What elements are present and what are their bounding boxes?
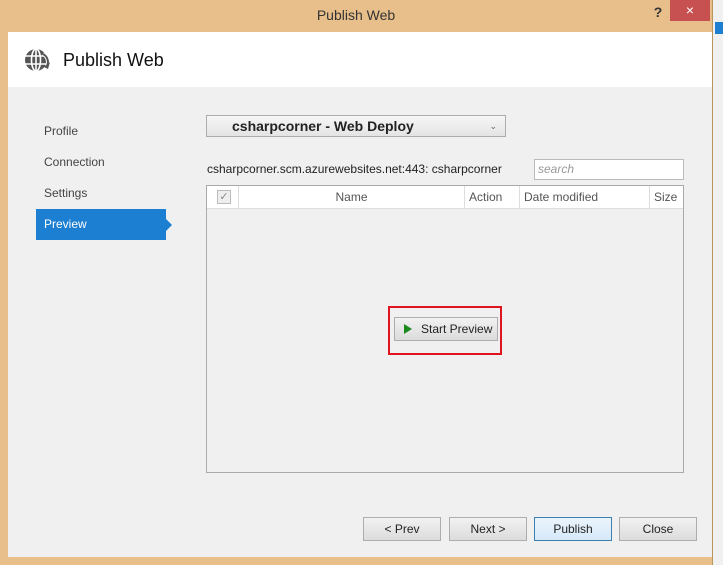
grid-header: ✓ Name Action Date modified Size [207,186,683,209]
server-label: csharpcorner.scm.azurewebsites.net:443: … [207,162,502,176]
start-preview-label: Start Preview [421,322,493,336]
nav-item-settings[interactable]: Settings [36,178,176,209]
dialog-body: Publish Web Profile Connection Settings … [8,32,712,557]
help-button[interactable]: ? [648,0,668,24]
close-button[interactable]: Close [619,517,697,541]
column-name[interactable]: Name [238,186,464,208]
nav-item-profile[interactable]: Profile [36,116,176,147]
chevron-down-icon: ⌄ [489,121,497,131]
start-preview-button[interactable]: Start Preview [394,317,498,341]
column-size[interactable]: Size [649,186,685,208]
highlight-box: Start Preview [388,306,502,355]
page-title: Publish Web [63,50,164,70]
publish-button[interactable]: Publish [534,517,612,541]
globe-publish-icon [25,48,50,72]
prev-button[interactable]: < Prev [363,517,441,541]
next-button[interactable]: Next > [449,517,527,541]
search-input[interactable]: search [534,159,684,180]
play-icon [404,324,412,334]
header: Publish Web [8,32,712,87]
background-window [712,0,723,565]
profile-dropdown[interactable]: csharpcorner - Web Deploy ⌄ [206,115,506,137]
profile-selected: csharpcorner - Web Deploy [232,118,414,134]
column-action[interactable]: Action [464,186,519,208]
window-title: Publish Web [316,7,396,23]
nav-item-connection[interactable]: Connection [36,147,176,178]
wizard-nav: Profile Connection Settings Preview [36,116,176,240]
nav-item-preview[interactable]: Preview [36,209,172,240]
select-all-checkbox[interactable]: ✓ [217,190,231,204]
close-window-button[interactable]: × [670,0,710,21]
column-date-modified[interactable]: Date modified [519,186,649,208]
